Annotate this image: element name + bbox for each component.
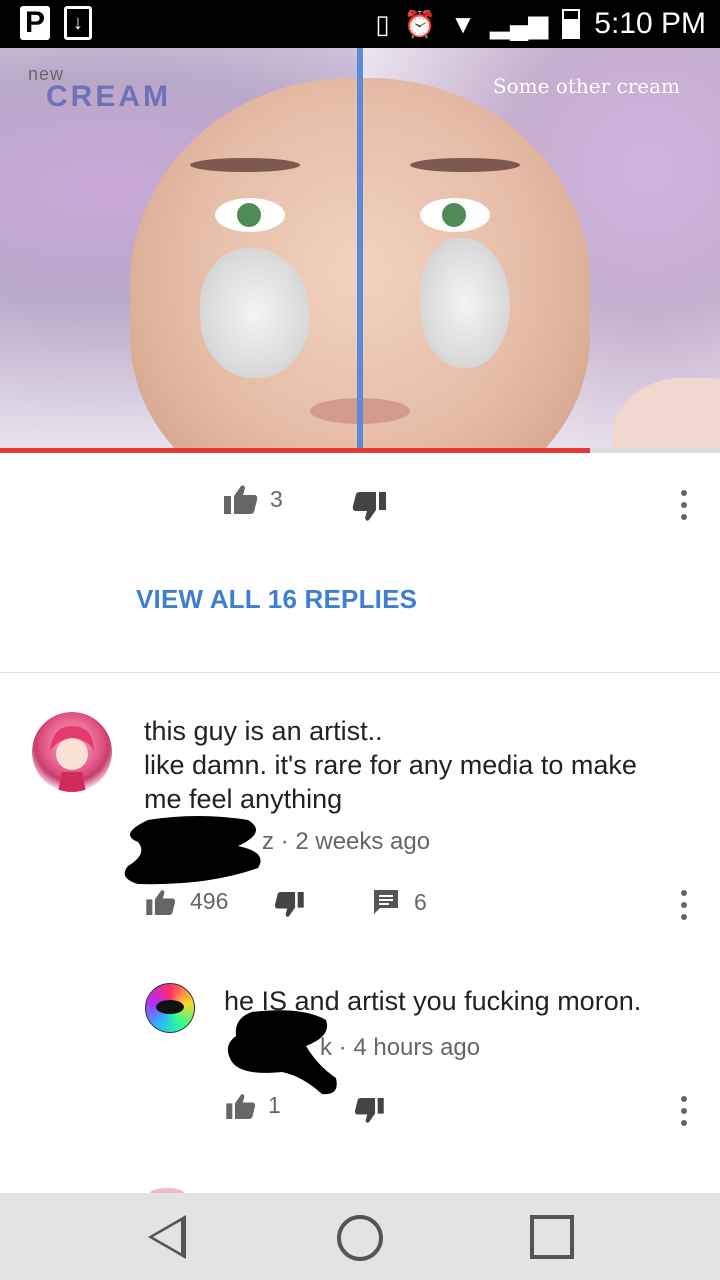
reply-group[interactable]: 6: [372, 888, 427, 916]
battery-icon: [562, 9, 581, 39]
cream-left: [200, 248, 310, 378]
thumbs-down-icon[interactable]: [354, 1098, 384, 1124]
back-icon[interactable]: [148, 1215, 186, 1259]
reply-comment-icon[interactable]: [372, 888, 400, 916]
comment-line: like damn. it's rare for any media to ma…: [144, 750, 637, 780]
recent-apps-icon[interactable]: [530, 1215, 574, 1259]
thumbs-down-icon[interactable]: [274, 892, 304, 918]
comment-line: this guy is an artist..: [144, 716, 383, 746]
avatar[interactable]: [32, 712, 112, 792]
thumbs-up-icon[interactable]: [224, 484, 258, 514]
video-divider: [357, 48, 363, 452]
reply-like-group[interactable]: 1: [226, 1092, 281, 1119]
thumbs-down-icon[interactable]: [352, 492, 386, 522]
view-all-replies-link[interactable]: VIEW ALL 16 REPLIES: [136, 584, 417, 615]
more-options-icon[interactable]: [680, 890, 688, 920]
other-cream-label: Some other cream: [492, 74, 680, 98]
pandora-icon: P: [20, 6, 50, 40]
comment-like-count: 496: [190, 888, 229, 914]
logo-cream-text: CREAM: [46, 80, 171, 113]
comment-time: 2 weeks ago: [295, 828, 431, 855]
parent-like-count: 3: [270, 485, 283, 512]
comment-text: this guy is an artist.. like damn. it's …: [144, 714, 637, 816]
comment-like-group[interactable]: 496: [146, 888, 228, 915]
cream-right: [420, 238, 510, 368]
signal-icon: ▂▄▆: [489, 8, 549, 39]
android-nav-bar: [0, 1193, 720, 1280]
right-eye: [420, 198, 490, 232]
alarm-icon: ⏰: [403, 8, 437, 39]
avatar[interactable]: [145, 983, 195, 1033]
reply-count: 6: [414, 888, 427, 915]
download-icon: ↓: [64, 6, 92, 40]
comment-line: me feel anything: [144, 784, 343, 814]
video-progress-fill: [0, 448, 590, 453]
more-options-icon[interactable]: [680, 490, 688, 520]
thumbs-up-icon[interactable]: [226, 1093, 256, 1119]
reply-like-count: 1: [268, 1092, 281, 1118]
status-bar: P ↓ ▯ ⏰ ▼ ▂▄▆ 5:10 PM: [0, 0, 720, 48]
reply-time: 4 hours ago: [353, 1034, 481, 1061]
anime-avatar-icon: [50, 726, 94, 792]
left-brow: [190, 158, 300, 172]
right-brow: [410, 158, 520, 172]
home-icon[interactable]: [337, 1215, 383, 1261]
video-player[interactable]: new CREAM Some other cream: [0, 48, 720, 452]
wifi-icon: ▼: [450, 8, 476, 39]
status-time: 5:10 PM: [594, 7, 706, 40]
more-options-icon[interactable]: [680, 1096, 688, 1126]
redaction-scribble: [124, 816, 261, 885]
vibrate-icon: ▯: [375, 8, 390, 39]
thumbs-up-icon[interactable]: [146, 889, 176, 915]
redaction-scribble: [227, 1010, 337, 1095]
left-eye: [215, 198, 285, 232]
divider: [0, 672, 720, 673]
parent-like-group[interactable]: 3: [224, 484, 283, 514]
